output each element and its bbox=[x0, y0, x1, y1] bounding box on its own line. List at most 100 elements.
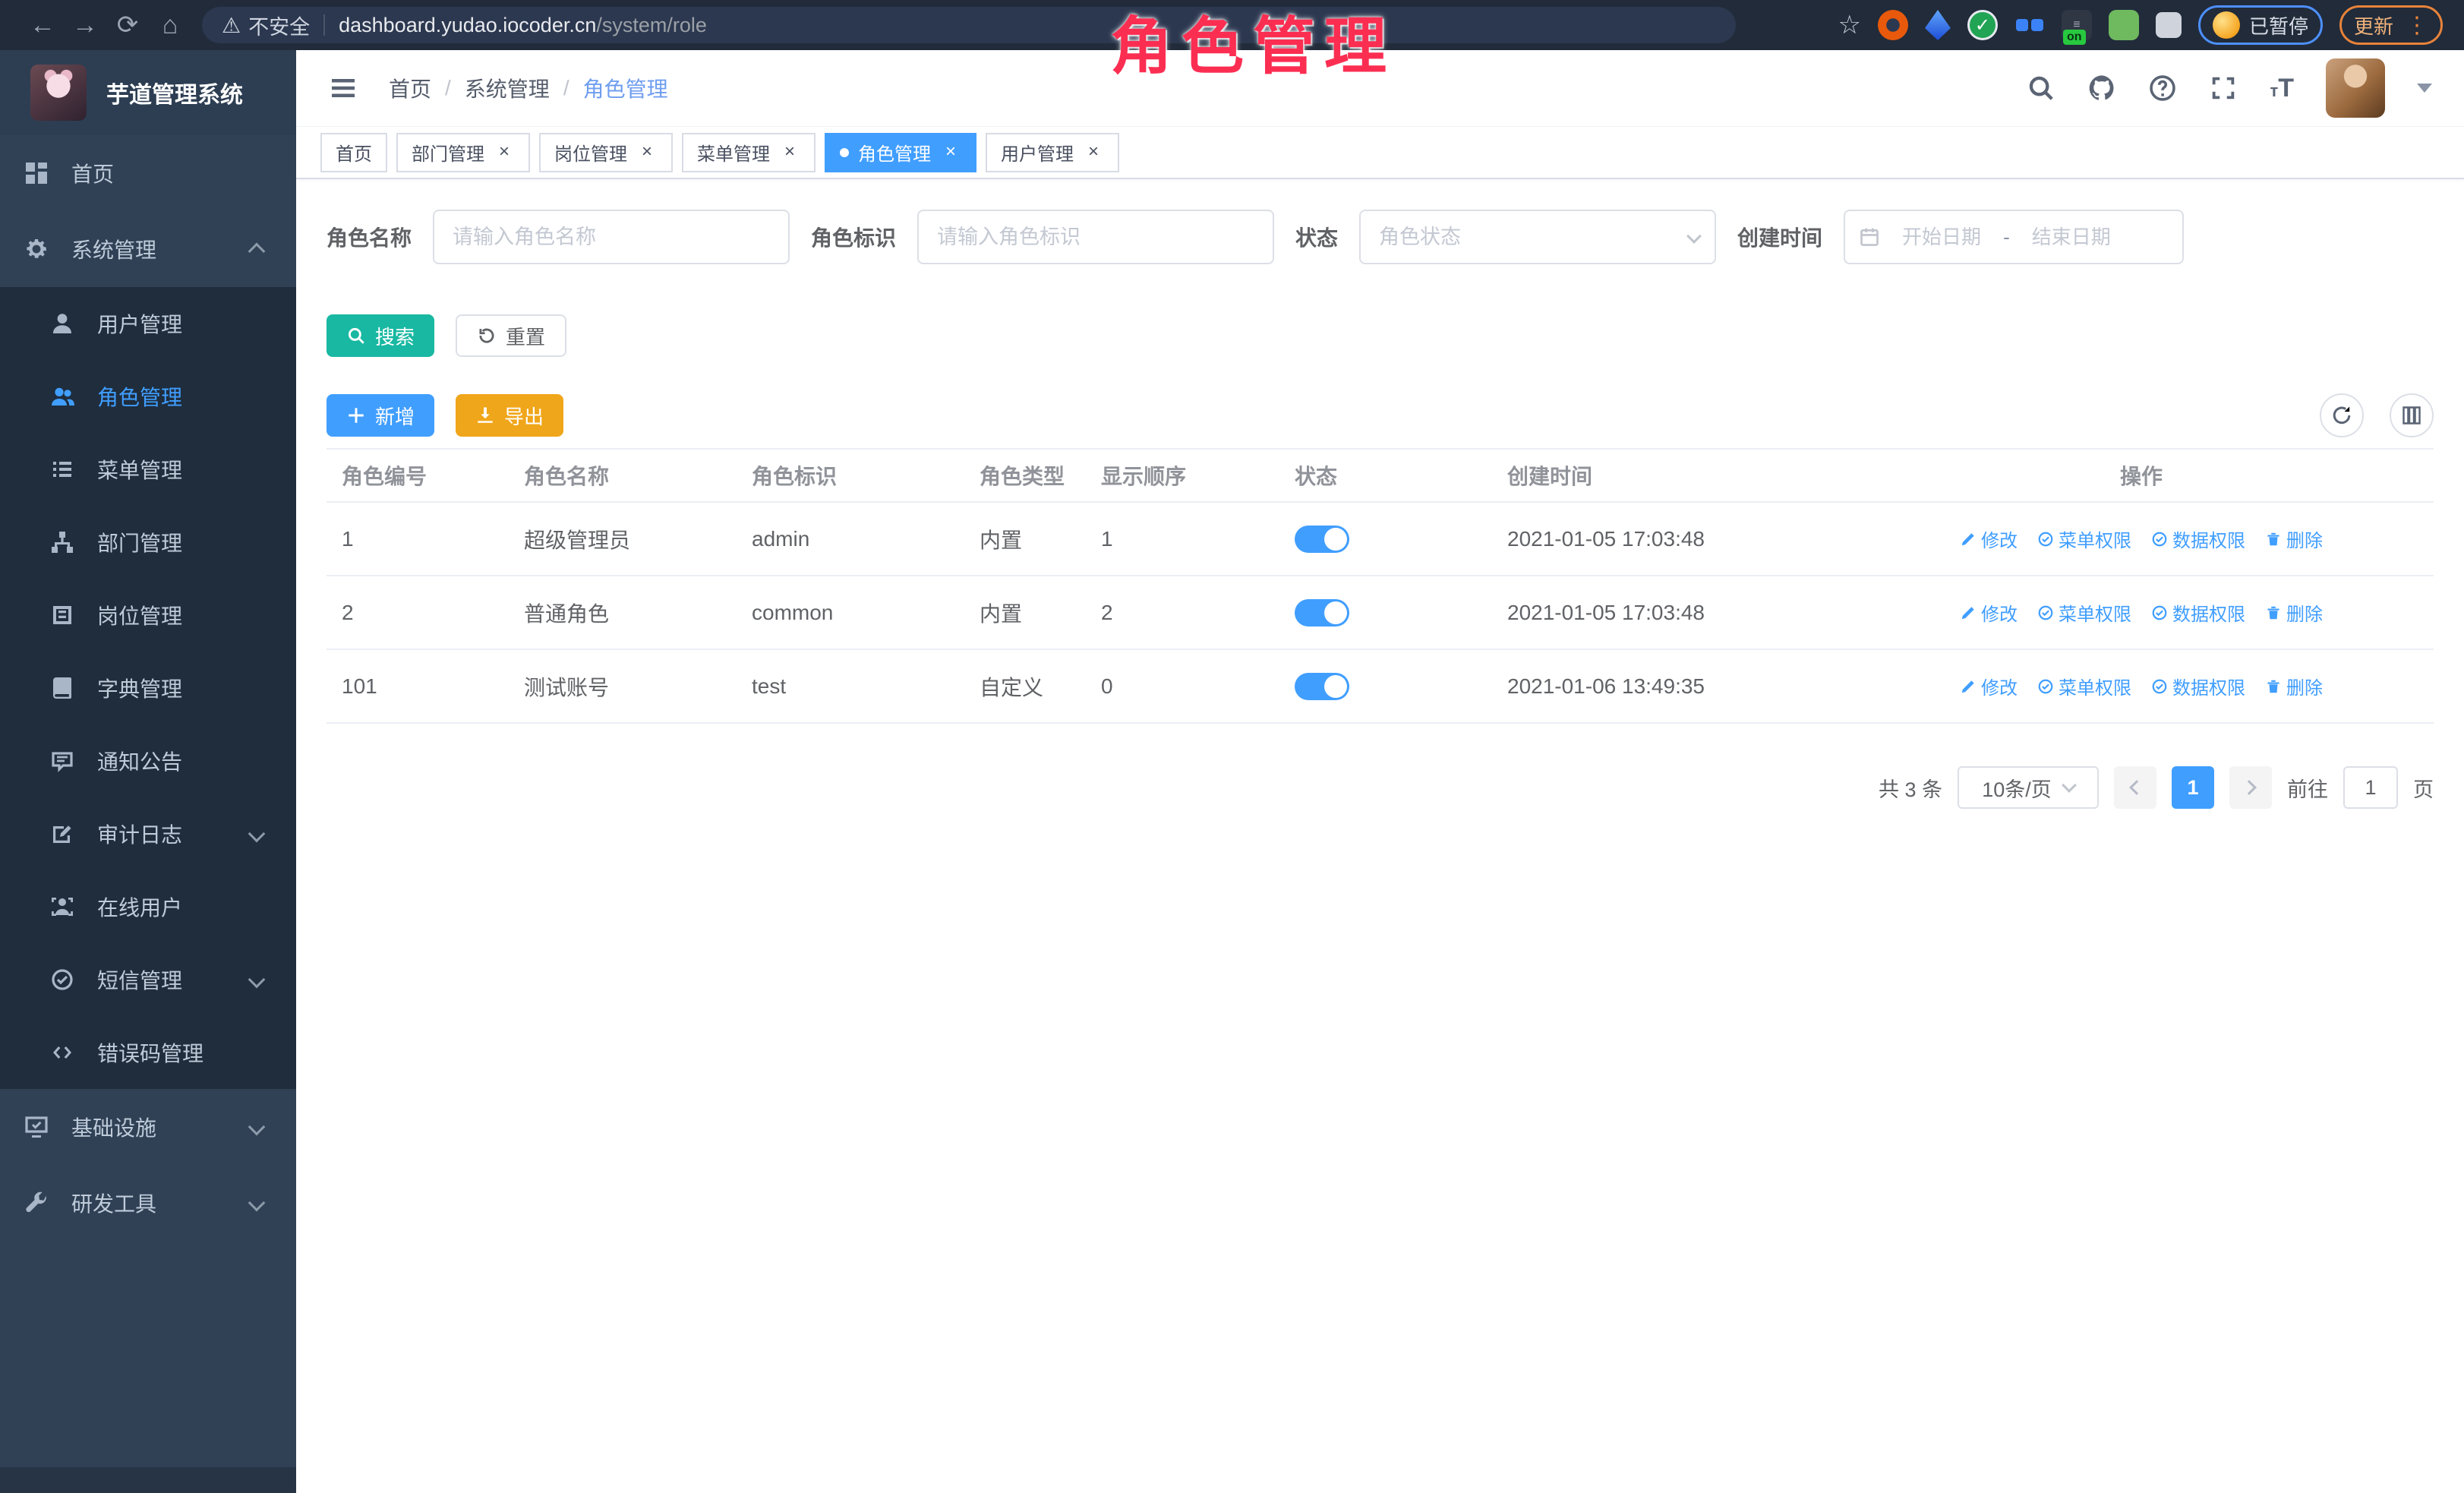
menu-permission-action[interactable]: 菜单权限 bbox=[2037, 673, 2131, 699]
reset-button[interactable]: 重置 bbox=[456, 314, 566, 357]
sidebar-item-notices[interactable]: 通知公告 bbox=[0, 724, 296, 797]
message-icon bbox=[50, 749, 74, 773]
breadcrumb-system[interactable]: 系统管理 bbox=[465, 73, 550, 103]
edit-action[interactable]: 修改 bbox=[1960, 673, 2018, 699]
user-avatar[interactable] bbox=[2326, 58, 2385, 118]
data-permission-action[interactable]: 数据权限 bbox=[2151, 526, 2245, 552]
github-icon[interactable] bbox=[2087, 74, 2116, 103]
data-permission-action[interactable]: 数据权限 bbox=[2151, 599, 2245, 626]
tag-tab-posts[interactable]: 岗位管理 bbox=[539, 133, 673, 172]
close-icon[interactable] bbox=[494, 142, 515, 163]
sidebar-item-label: 菜单管理 bbox=[97, 454, 182, 485]
column-settings-button[interactable] bbox=[2390, 393, 2434, 437]
export-button[interactable]: 导出 bbox=[456, 394, 563, 437]
tag-tab-roles-active[interactable]: 角色管理 bbox=[825, 133, 976, 172]
bookmark-star-icon[interactable]: ☆ bbox=[1838, 10, 1860, 40]
tag-tab-departments[interactable]: 部门管理 bbox=[396, 133, 530, 172]
date-range-picker[interactable]: - bbox=[1844, 210, 2184, 264]
sidebar-item-dict[interactable]: 字典管理 bbox=[0, 652, 296, 724]
browser-menu-icon[interactable]: ⋮ bbox=[2406, 12, 2428, 39]
close-icon[interactable] bbox=[1083, 142, 1104, 163]
font-size-icon[interactable] bbox=[2270, 74, 2294, 103]
sidebar-item-departments[interactable]: 部门管理 bbox=[0, 506, 296, 579]
security-label: 不安全 bbox=[248, 11, 310, 40]
menu-permission-action[interactable]: 菜单权限 bbox=[2037, 526, 2131, 552]
sidebar-item-label: 字典管理 bbox=[97, 673, 182, 703]
data-permission-action[interactable]: 数据权限 bbox=[2151, 673, 2245, 699]
prev-page-button[interactable] bbox=[2114, 766, 2156, 809]
sidebar-item-system[interactable]: 系统管理 bbox=[0, 211, 296, 287]
pagination: 共 3 条 10条/页 1 前往 页 bbox=[327, 766, 2434, 809]
next-page-button[interactable] bbox=[2229, 766, 2272, 809]
hamburger-icon[interactable] bbox=[328, 73, 358, 103]
sidebar-item-dev-tools[interactable]: 研发工具 bbox=[0, 1165, 296, 1241]
close-icon[interactable] bbox=[940, 142, 961, 163]
sidebar-item-online-users[interactable]: 在线用户 bbox=[0, 870, 296, 943]
edit-action[interactable]: 修改 bbox=[1960, 599, 2018, 626]
refresh-button[interactable] bbox=[2320, 393, 2364, 437]
extension-icon[interactable]: ≡on bbox=[2062, 10, 2092, 40]
browser-back-icon[interactable]: ← bbox=[21, 11, 64, 40]
delete-action[interactable]: 删除 bbox=[2265, 599, 2323, 626]
caret-down-icon[interactable] bbox=[2417, 84, 2432, 93]
delete-action[interactable]: 删除 bbox=[2265, 526, 2323, 552]
extension-icon[interactable] bbox=[2014, 10, 2045, 40]
status-toggle[interactable] bbox=[1295, 673, 1349, 700]
sidebar-item-audit-log[interactable]: 审计日志 bbox=[0, 797, 296, 870]
browser-forward-icon[interactable]: → bbox=[64, 11, 106, 40]
breadcrumb-home[interactable]: 首页 bbox=[389, 73, 431, 103]
browser-reload-icon[interactable]: ⟳ bbox=[106, 10, 149, 40]
sidebar-item-posts[interactable]: 岗位管理 bbox=[0, 579, 296, 652]
close-icon[interactable] bbox=[779, 142, 800, 163]
extension-icon[interactable]: ✓ bbox=[1967, 10, 1998, 40]
sidebar-item-sms[interactable]: 短信管理 bbox=[0, 943, 296, 1016]
fullscreen-icon[interactable] bbox=[2209, 74, 2238, 103]
start-date-input[interactable] bbox=[1885, 226, 1999, 249]
browser-home-icon[interactable]: ⌂ bbox=[149, 11, 191, 40]
search-button[interactable]: 搜索 bbox=[327, 314, 434, 357]
tag-tab-home[interactable]: 首页 bbox=[320, 133, 387, 172]
column-header: 角色编号 bbox=[327, 460, 509, 491]
sidebar-item-label: 审计日志 bbox=[97, 819, 182, 849]
goto-page-input[interactable] bbox=[2343, 766, 2398, 809]
close-icon[interactable] bbox=[636, 142, 658, 163]
page-number-current[interactable]: 1 bbox=[2172, 766, 2214, 809]
menu-permission-action[interactable]: 菜单权限 bbox=[2037, 599, 2131, 626]
online-user-icon bbox=[50, 895, 74, 919]
status-toggle[interactable] bbox=[1295, 526, 1349, 553]
extensions-puzzle-icon[interactable] bbox=[2156, 12, 2182, 38]
column-header: 角色名称 bbox=[509, 460, 737, 491]
calendar-icon bbox=[1859, 226, 1880, 248]
sidebar-item-users[interactable]: 用户管理 bbox=[0, 287, 296, 360]
role-name: 测试账号 bbox=[509, 671, 737, 702]
tag-tab-menus[interactable]: 菜单管理 bbox=[682, 133, 816, 172]
help-icon[interactable] bbox=[2148, 74, 2177, 103]
app-logo-block[interactable]: 芋道管理系统 bbox=[0, 50, 296, 135]
status-toggle[interactable] bbox=[1295, 599, 1349, 627]
role-key-input[interactable] bbox=[917, 210, 1274, 264]
tag-tab-users[interactable]: 用户管理 bbox=[986, 133, 1119, 172]
extension-icon[interactable] bbox=[1925, 10, 1951, 40]
end-date-input[interactable] bbox=[2014, 226, 2128, 249]
sidebar-item-infrastructure[interactable]: 基础设施 bbox=[0, 1089, 296, 1165]
sidebar-item-menus[interactable]: 菜单管理 bbox=[0, 433, 296, 506]
search-icon[interactable] bbox=[2027, 74, 2055, 103]
column-header: 操作 bbox=[1849, 460, 2434, 491]
column-header: 显示顺序 bbox=[1086, 460, 1279, 491]
add-button[interactable]: 新增 bbox=[327, 394, 434, 437]
edit-action[interactable]: 修改 bbox=[1960, 526, 2018, 552]
menu-list-icon bbox=[50, 457, 74, 481]
address-bar[interactable]: ⚠ 不安全 dashboard.yudao.iocoder.cn /system… bbox=[202, 7, 1736, 43]
page-size-select[interactable]: 10条/页 bbox=[1958, 766, 2099, 809]
profile-paused-chip[interactable]: 已暂停 bbox=[2198, 5, 2323, 45]
extension-icon[interactable] bbox=[2109, 10, 2139, 40]
sidebar-item-roles[interactable]: 角色管理 bbox=[0, 360, 296, 433]
sidebar-item-error-codes[interactable]: 错误码管理 bbox=[0, 1016, 296, 1089]
status-select[interactable] bbox=[1359, 210, 1716, 264]
role-name-input[interactable] bbox=[433, 210, 790, 264]
delete-action[interactable]: 删除 bbox=[2265, 673, 2323, 699]
browser-update-button[interactable]: 更新 ⋮ bbox=[2339, 5, 2443, 45]
extension-icon[interactable] bbox=[1878, 10, 1908, 40]
sidebar-item-home[interactable]: 首页 bbox=[0, 135, 296, 211]
chevron-down-icon bbox=[248, 1195, 266, 1212]
